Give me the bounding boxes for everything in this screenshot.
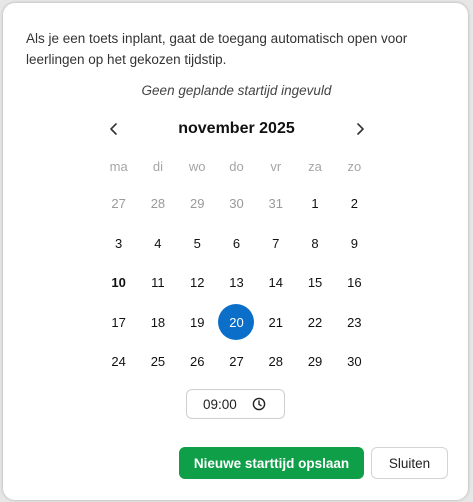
calendar-grid: ma di wo do vr za zo 27 28 29 30 31 1 2 3 4 5 6 7 8 9… bbox=[99, 148, 374, 382]
calendar-week-row: 24 25 26 27 28 29 30 bbox=[99, 342, 374, 382]
clock-icon[interactable] bbox=[252, 397, 266, 411]
weekday-label: di bbox=[152, 158, 163, 174]
calendar-day-outside-month[interactable]: 28 bbox=[138, 186, 177, 222]
calendar-day[interactable]: 1 bbox=[295, 186, 334, 222]
start-time-input[interactable]: 09:00 bbox=[186, 389, 285, 419]
calendar-day[interactable]: 27 bbox=[217, 344, 256, 380]
calendar-day[interactable]: 18 bbox=[138, 304, 177, 340]
calendar-day[interactable]: 3 bbox=[99, 225, 138, 261]
weekday-label: ma bbox=[109, 158, 128, 174]
calendar-day[interactable]: 19 bbox=[178, 304, 217, 340]
intro-text: Als je een toets inplant, gaat de toegan… bbox=[26, 31, 408, 67]
calendar-day[interactable]: 12 bbox=[178, 265, 217, 301]
chevron-right-icon bbox=[357, 123, 364, 135]
calendar-day[interactable]: 22 bbox=[295, 304, 334, 340]
weekday-label: za bbox=[308, 158, 322, 174]
weekday-label: vr bbox=[270, 158, 282, 174]
month-title: november 2025 bbox=[178, 120, 295, 137]
calendar-week-row: 10 11 12 13 14 15 16 bbox=[99, 263, 374, 303]
calendar-day[interactable]: 23 bbox=[335, 304, 374, 340]
calendar-day[interactable]: 29 bbox=[295, 344, 334, 380]
next-month-button[interactable] bbox=[348, 117, 372, 141]
calendar-day[interactable]: 16 bbox=[335, 265, 374, 301]
calendar-day[interactable]: 30 bbox=[335, 344, 374, 380]
calendar-day-outside-month[interactable]: 27 bbox=[99, 186, 138, 222]
calendar-day-outside-month[interactable]: 29 bbox=[178, 186, 217, 222]
close-button[interactable]: Sluiten bbox=[371, 447, 448, 479]
calendar-week-row: 3456789 bbox=[99, 224, 374, 264]
weekday-header-row: ma di wo do vr za zo bbox=[99, 148, 374, 184]
calendar-day[interactable]: 11 bbox=[138, 265, 177, 301]
calendar-day[interactable]: 5 bbox=[178, 225, 217, 261]
calendar-day[interactable]: 6 bbox=[217, 225, 256, 261]
calendar-week-row: 27 28 29 30 31 1 2 bbox=[99, 184, 374, 224]
calendar-weeks: 27 28 29 30 31 1 2 3 4 5 6 7 8 9 10 11 12 13 14 15 16 17 18 19 2… bbox=[99, 184, 374, 382]
calendar-day[interactable]: 26 bbox=[178, 344, 217, 380]
calendar-day[interactable]: 24 bbox=[99, 344, 138, 380]
calendar-day[interactable]: 13 bbox=[217, 265, 256, 301]
calendar-day[interactable]: 4 bbox=[138, 225, 177, 261]
calendar-day[interactable]: 7 bbox=[256, 225, 295, 261]
calendar-day[interactable]: 8 bbox=[295, 225, 334, 261]
calendar-day-outside-month[interactable]: 31 bbox=[256, 186, 295, 222]
calendar-day[interactable]: 14 bbox=[256, 265, 295, 301]
calendar-day[interactable]: 2 bbox=[335, 186, 374, 222]
time-value: 09:00 bbox=[203, 396, 237, 412]
calendar-day[interactable]: 25 bbox=[138, 344, 177, 380]
save-start-time-button[interactable]: Nieuwe starttijd opslaan bbox=[179, 447, 364, 479]
weekday-label: do bbox=[229, 158, 244, 174]
calendar-day[interactable]: 28 bbox=[256, 344, 295, 380]
calendar-week-row: 17 18 19 20 21 22 23 bbox=[99, 303, 374, 343]
calendar-day-selected[interactable]: 20 bbox=[218, 304, 255, 341]
calendar-day[interactable]: 10 bbox=[99, 265, 138, 301]
calendar-day-outside-month[interactable]: 30 bbox=[217, 186, 256, 222]
weekday-label: wo bbox=[188, 158, 206, 174]
calendar-day[interactable]: 21 bbox=[256, 304, 295, 340]
empty-start-time-note: Geen geplande startijd ingevuld bbox=[141, 83, 332, 98]
weekday-label: zo bbox=[347, 158, 362, 174]
calendar-day[interactable]: 9 bbox=[335, 225, 374, 261]
calendar-day[interactable]: 17 bbox=[99, 304, 138, 340]
calendar-day[interactable]: 15 bbox=[295, 265, 334, 301]
